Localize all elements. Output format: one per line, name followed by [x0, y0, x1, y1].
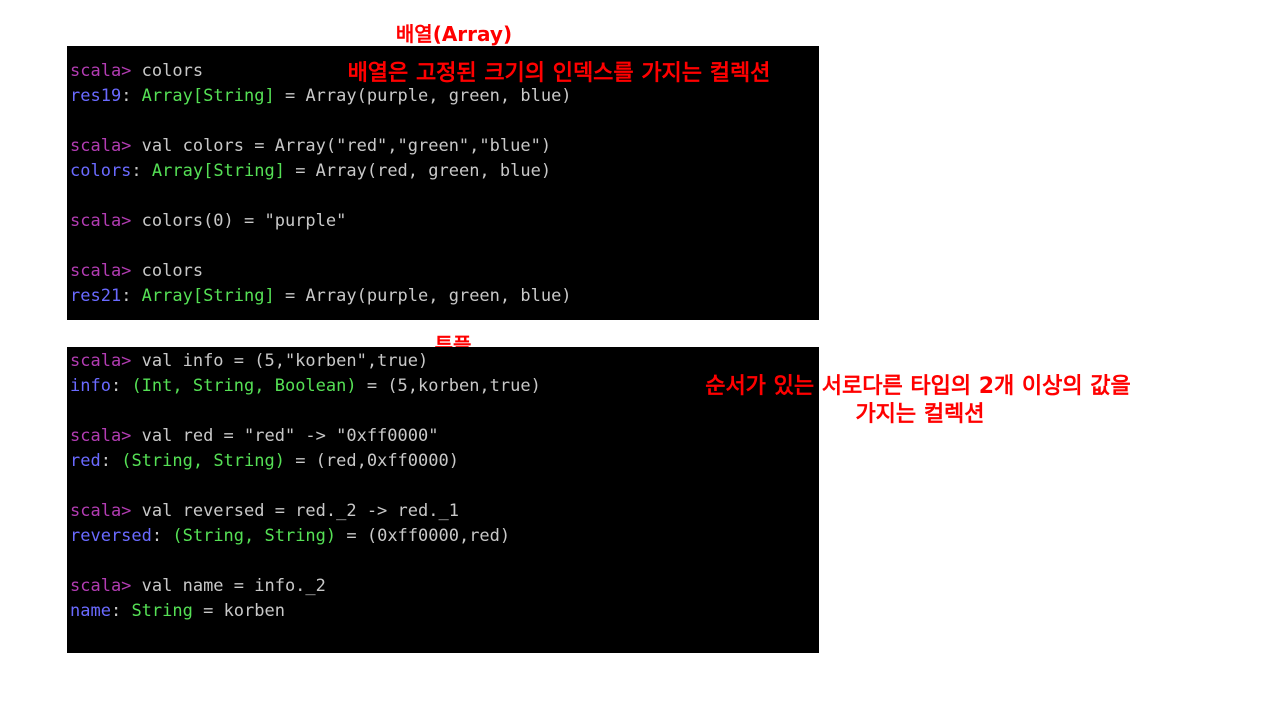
scala-prompt: scala>	[70, 351, 142, 371]
result-separator: :	[151, 526, 173, 546]
result-value: = (red,0xff0000)	[284, 451, 459, 471]
result-type: Array[String]	[151, 161, 285, 181]
command-line: scala> colors(0) = "purple"	[70, 209, 819, 234]
result-value: = Array(purple, green, blue)	[274, 286, 572, 306]
result-line: colors: Array[String] = Array(red, green…	[70, 159, 819, 184]
scala-prompt: scala>	[70, 426, 142, 446]
command-text: val info = (5,"korben",true)	[141, 351, 429, 371]
array-terminal: scala> colors res19: Array[String] = Arra…	[67, 46, 819, 320]
result-type: (String, String)	[121, 451, 285, 471]
result-line: res19: Array[String] = Array(purple, gre…	[70, 84, 819, 109]
result-name: info	[70, 376, 111, 396]
result-type: Array[String]	[141, 286, 275, 306]
result-name: res19	[70, 86, 122, 106]
array-title: 배열(Array)	[395, 22, 513, 46]
command-line: scala> colors	[70, 259, 819, 284]
result-separator: :	[121, 286, 142, 306]
result-name: reversed	[70, 526, 152, 546]
command-text: colors	[141, 61, 204, 81]
scala-prompt: scala>	[70, 136, 142, 156]
command-text: val colors = Array("red","green","blue")	[141, 136, 552, 156]
result-type: String	[131, 601, 193, 621]
result-line: res21: Array[String] = Array(purple, gre…	[70, 284, 819, 309]
result-separator: :	[121, 86, 142, 106]
result-value: = korben	[192, 601, 285, 621]
tuple-description-line2: 가지는 컬렉션	[855, 402, 985, 427]
command-text: colors	[141, 261, 204, 281]
result-name: res21	[70, 286, 122, 306]
scala-prompt: scala>	[70, 211, 142, 231]
result-value: = (0xff0000,red)	[336, 526, 511, 546]
array-description: 배열은 고정된 크기의 인덱스를 가지는 컬렉션	[347, 61, 771, 86]
command-line: scala> val name = info._2	[70, 574, 819, 599]
command-line: scala> val red = "red" -> "0xff0000"	[70, 424, 819, 449]
result-line: red: (String, String) = (red,0xff0000)	[70, 449, 819, 474]
result-line: reversed: (String, String) = (0xff0000,r…	[70, 524, 819, 549]
result-value: = (5,korben,true)	[356, 376, 541, 396]
command-text: val reversed = red._2 -> red._1	[141, 501, 459, 521]
result-name: red	[70, 451, 101, 471]
result-type: (Int, String, Boolean)	[131, 376, 357, 396]
command-line: scala> val colors = Array("red","green",…	[70, 134, 819, 159]
scala-prompt: scala>	[70, 61, 142, 81]
result-name: name	[70, 601, 111, 621]
result-separator: :	[110, 601, 132, 621]
result-value: = Array(purple, green, blue)	[274, 86, 572, 106]
command-text: val name = info._2	[141, 576, 326, 596]
result-type: (String, String)	[172, 526, 337, 546]
result-separator: :	[100, 451, 122, 471]
scala-prompt: scala>	[70, 501, 142, 521]
result-name: colors	[70, 161, 132, 181]
command-line: scala> val reversed = red._2 -> red._1	[70, 499, 819, 524]
slide: 배열(Array) scala> colors res19: Array[Stri…	[0, 0, 1280, 720]
command-text: val red = "red" -> "0xff0000"	[141, 426, 439, 446]
result-line: name: String = korben	[70, 599, 819, 624]
result-separator: :	[131, 161, 152, 181]
result-type: Array[String]	[141, 86, 275, 106]
result-value: = Array(red, green, blue)	[284, 161, 552, 181]
result-separator: :	[110, 376, 132, 396]
command-text: colors(0) = "purple"	[141, 211, 347, 231]
scala-prompt: scala>	[70, 576, 142, 596]
scala-prompt: scala>	[70, 261, 142, 281]
